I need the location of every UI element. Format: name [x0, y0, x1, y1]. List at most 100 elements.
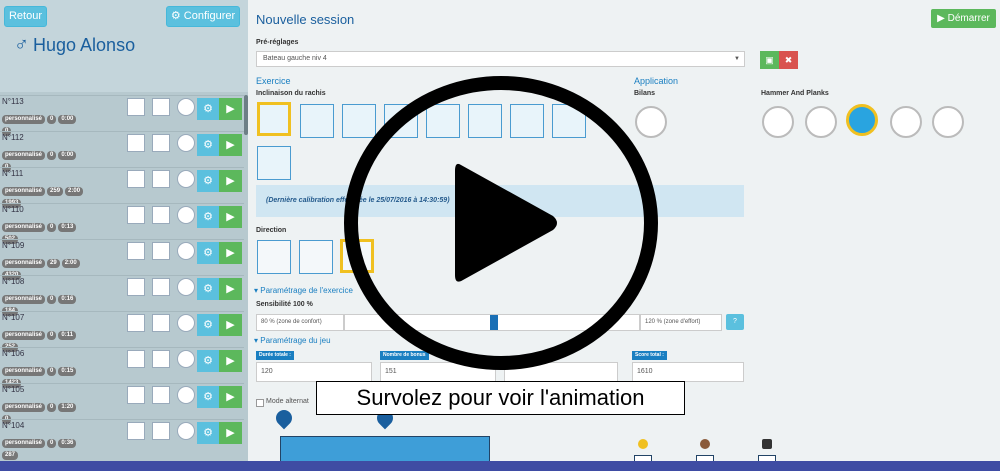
session-config-button[interactable]: ⚙ [197, 134, 219, 156]
session-time-badge: 0:16 [58, 295, 77, 304]
exercise-thumb-icon [127, 350, 145, 368]
preset-select[interactable]: Bateau gauche niv 4 ▼ [256, 51, 745, 67]
session-play-button[interactable]: ▶ [219, 134, 242, 156]
session-exercise-icons [127, 242, 195, 262]
session-row: N°111 personnalisé 259 2:00 1993 ⚙ ▶ [0, 167, 244, 208]
session-play-button[interactable]: ▶ [219, 278, 242, 300]
session-score-badge: 0 [47, 115, 57, 124]
session-play-button[interactable]: ▶ [219, 98, 242, 120]
direction-horizontal-icon[interactable] [257, 240, 291, 274]
exercise-thumb-icon [127, 422, 145, 440]
rock-icon [700, 439, 710, 449]
session-config-button[interactable]: ⚙ [197, 350, 219, 372]
session-badges: personnalisé 0 0:11 [2, 323, 78, 340]
session-config-button[interactable]: ⚙ [197, 278, 219, 300]
exercise-params-title: Paramétrage de l'exercice [260, 286, 353, 295]
gears-icon: ⚙ [203, 247, 213, 259]
session-play-button[interactable]: ▶ [219, 314, 242, 336]
start-button[interactable]: ▶ Démarrer [931, 9, 996, 28]
session-time-badge: 0:15 [58, 367, 77, 376]
gears-icon: ⚙ [203, 139, 213, 151]
session-play-button[interactable]: ▶ [219, 206, 242, 228]
session-row: N°112 personnalisé 0 0:00 0 ⚙ ▶ [0, 131, 244, 172]
direction-vertical-icon[interactable] [299, 240, 333, 274]
map-pin-icon [272, 406, 296, 430]
session-play-button[interactable]: ▶ [219, 422, 242, 444]
session-config-button[interactable]: ⚙ [197, 422, 219, 444]
play-icon: ▶ [226, 283, 235, 295]
direction-thumb-icon [152, 134, 170, 152]
session-play-button[interactable]: ▶ [219, 242, 242, 264]
session-score-badge: 259 [47, 187, 64, 196]
play-overlay-icon[interactable] [343, 75, 659, 371]
session-config-button[interactable]: ⚙ [197, 314, 219, 336]
session-config-button[interactable]: ⚙ [197, 98, 219, 120]
preset-value: Bateau gauche niv 4 [263, 55, 327, 62]
gears-icon: ⚙ [203, 175, 213, 187]
session-exercise-icons [127, 170, 195, 190]
exercise-trunk-right-icon[interactable] [300, 104, 334, 138]
exercise-params-toggle[interactable]: ▾ Paramétrage de l'exercice [254, 286, 353, 295]
sidebar-header: Retour ⚙ Configurer ♂ Hugo Alonso [0, 0, 248, 92]
session-badges: personnalisé 0 0:00 [2, 107, 78, 124]
session-number: N°112 [2, 133, 24, 142]
chevron-down-icon: ▼ [734, 56, 740, 62]
exercise-feet-icon[interactable] [257, 146, 291, 180]
session-number: N°110 [2, 205, 24, 214]
session-config-button[interactable]: ⚙ [197, 206, 219, 228]
session-exercise-icons [127, 314, 195, 334]
session-row: N°108 personnalisé 0 0:16 184 ⚙ ▶ [0, 275, 244, 316]
session-score-badge: 29 [47, 259, 60, 268]
info-button[interactable]: ? [726, 314, 744, 330]
game-params-toggle[interactable]: ▾ Paramétrage du jeu [254, 336, 331, 345]
session-row: N°110 personnalisé 0 0:13 502 ⚙ ▶ [0, 203, 244, 244]
session-time-badge: 1:20 [58, 403, 77, 412]
app-thumb-icon [177, 206, 195, 224]
male-icon: ♂ [14, 34, 29, 56]
configure-button[interactable]: ⚙ Configurer [166, 6, 240, 27]
trash-icon: ✖ [784, 55, 793, 65]
play-icon: ▶ [937, 13, 948, 24]
direction-label: Direction [256, 227, 287, 234]
session-config-button[interactable]: ⚙ [197, 386, 219, 408]
session-config-button[interactable]: ⚙ [197, 242, 219, 264]
session-config-button[interactable]: ⚙ [197, 170, 219, 192]
mode-checkbox[interactable] [256, 399, 264, 407]
app-plane-icon[interactable] [932, 106, 964, 138]
sidebar: Retour ⚙ Configurer ♂ Hugo Alonso N°113 pe… [0, 0, 248, 471]
exercise-thumb-icon [127, 386, 145, 404]
session-time-badge: 0:11 [58, 331, 77, 340]
session-exercise-icons [127, 134, 195, 154]
app-thumb-icon [177, 98, 195, 116]
app-wheel-icon[interactable] [805, 106, 837, 138]
session-number: N°106 [2, 349, 25, 358]
app-target-icon[interactable] [890, 106, 922, 138]
exercise-thumb-icon [127, 278, 145, 296]
exercise-thumb-icon [127, 242, 145, 260]
exercise-trunk-left-icon[interactable] [257, 102, 291, 136]
session-play-button[interactable]: ▶ [219, 350, 242, 372]
session-badges: personnalisé 259 2:00 [2, 179, 85, 196]
session-play-button[interactable]: ▶ [219, 386, 242, 408]
app-chef-icon[interactable] [762, 106, 794, 138]
app-boat-icon[interactable] [846, 104, 878, 136]
session-score-badge: 0 [47, 223, 57, 232]
save-preset-button[interactable]: ▣ [760, 51, 779, 69]
app-thumb-icon [177, 170, 195, 188]
session-play-button[interactable]: ▶ [219, 170, 242, 192]
session-score-badge: 0 [47, 403, 57, 412]
page-title: Nouvelle session [256, 12, 355, 27]
app-thumb-icon [177, 134, 195, 152]
gears-icon: ⚙ [203, 391, 213, 403]
session-number: N°105 [2, 385, 25, 394]
bottom-bar [0, 461, 1000, 471]
session-exercise-icons [127, 98, 195, 118]
exercise-thumb-icon [127, 98, 145, 116]
direction-thumb-icon [152, 242, 170, 260]
back-button[interactable]: Retour [4, 6, 47, 27]
app-thumb-icon [177, 386, 195, 404]
delete-preset-button[interactable]: ✖ [779, 51, 798, 69]
play-icon: ▶ [226, 355, 235, 367]
session-points: 287 [2, 443, 20, 461]
session-score-badge: 0 [47, 295, 57, 304]
